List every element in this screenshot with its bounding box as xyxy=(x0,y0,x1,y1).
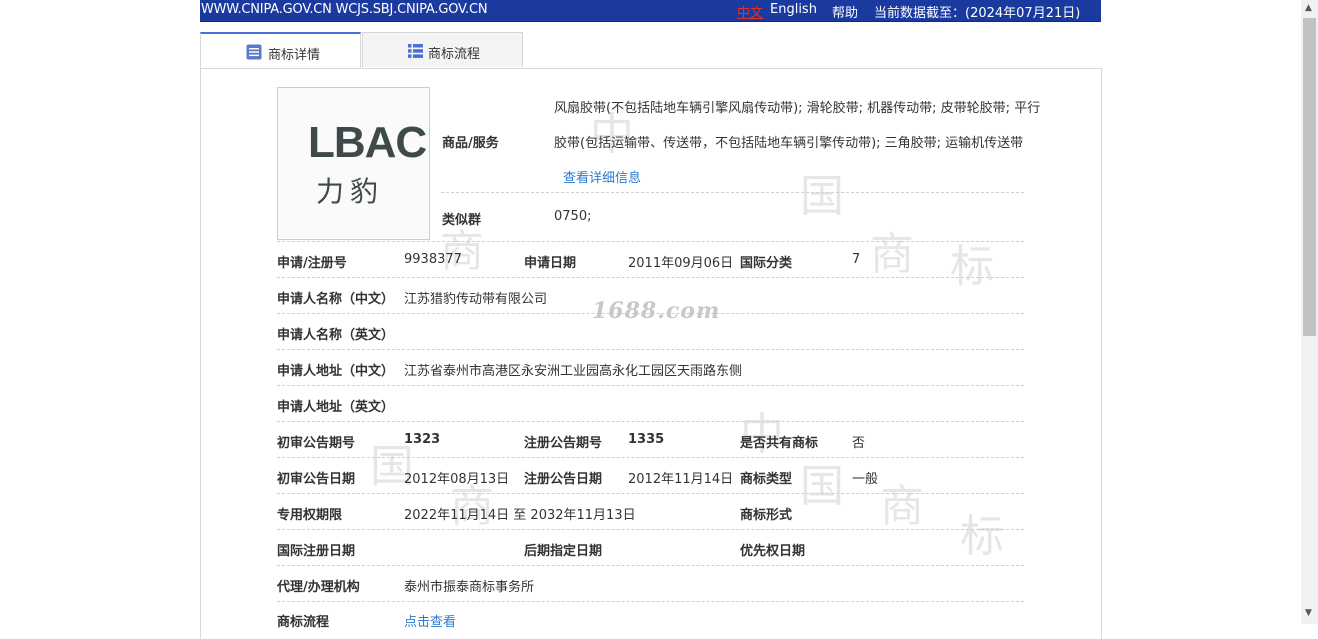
intl-class-label: 国际分类 xyxy=(740,256,793,271)
address-cn-value: 江苏省泰州市高港区永安洲工业园高永化工园区天雨路东侧 xyxy=(404,364,743,379)
prelim-date-label: 初审公告日期 xyxy=(277,472,356,487)
later-designation-label: 后期指定日期 xyxy=(524,544,603,559)
top-bar: WWW.CNIPA.GOV.CN WCJS.SBJ.CNIPA.GOV.CN 中… xyxy=(200,0,1101,22)
divider xyxy=(277,385,1024,386)
reg-no-value: 9938377 xyxy=(404,252,462,267)
similar-group-value: 0750; xyxy=(554,209,592,224)
bg-watermark: 商 xyxy=(870,229,914,280)
applicant-cn-value: 江苏猎豹传动带有限公司 xyxy=(404,292,548,307)
exclusive-label: 专用权期限 xyxy=(277,508,343,523)
tm-form-label: 商标形式 xyxy=(740,508,793,523)
prelim-no-value: 1323 xyxy=(404,432,441,447)
bg-watermark: 中 xyxy=(740,409,784,460)
divider xyxy=(277,421,1024,422)
divider xyxy=(277,529,1024,530)
divider xyxy=(441,192,1024,193)
goods-label: 商品/服务 xyxy=(442,136,499,151)
bg-watermark: 标 xyxy=(960,511,1004,562)
view-details-link[interactable]: 查看详细信息 xyxy=(563,167,641,186)
applicant-cn-label: 申请人名称（中文） xyxy=(277,292,395,307)
apply-date-value: 2011年09月06日 xyxy=(628,256,734,271)
tm-type-value: 一般 xyxy=(852,472,879,487)
tm-type-label: 商标类型 xyxy=(740,472,793,487)
goods-line-1: 风扇胶带(不包括陆地车辆引擎风扇传动带); 滑轮胶带; 机器传动带; 皮带轮胶带… xyxy=(554,101,1041,116)
logo-text-en: LBAC xyxy=(308,118,427,167)
prelim-no-label: 初审公告期号 xyxy=(277,436,356,451)
reg-pub-no-value: 1335 xyxy=(628,432,665,447)
tab-trademark-process[interactable]: 商标流程 xyxy=(362,32,523,67)
scroll-up-arrow-icon[interactable]: ▲ xyxy=(1305,3,1312,13)
tab-trademark-detail[interactable]: 商标详情 xyxy=(200,32,361,69)
divider xyxy=(277,349,1024,350)
scroll-down-arrow-icon[interactable]: ▼ xyxy=(1305,608,1312,618)
shared-label: 是否共有商标 xyxy=(740,436,819,451)
process-label: 商标流程 xyxy=(277,615,330,630)
address-en-label: 申请人地址（英文） xyxy=(277,400,395,415)
reg-pub-date-label: 注册公告日期 xyxy=(524,472,603,487)
divider xyxy=(277,493,1024,494)
bg-watermark: 国 xyxy=(800,461,844,512)
divider xyxy=(277,277,1024,278)
bg-watermark: 标 xyxy=(950,241,994,292)
help-link[interactable]: 帮助 xyxy=(832,2,858,21)
site-links[interactable]: WWW.CNIPA.GOV.CN WCJS.SBJ.CNIPA.GOV.CN xyxy=(201,2,488,17)
divider xyxy=(277,565,1024,566)
tab-label: 商标详情 xyxy=(268,48,321,63)
divider xyxy=(277,241,1024,242)
apply-date-label: 申请日期 xyxy=(524,256,577,271)
watermark-1688: 1688.com xyxy=(592,298,721,324)
applicant-en-label: 申请人名称（英文） xyxy=(277,328,395,343)
prelim-date-value: 2012年08月13日 xyxy=(404,472,510,487)
reg-pub-date-value: 2012年11月14日 xyxy=(628,472,734,487)
vertical-scrollbar[interactable]: ▲ ▼ xyxy=(1301,0,1318,624)
intl-reg-date-label: 国际注册日期 xyxy=(277,544,356,559)
grid-list-icon xyxy=(408,44,423,62)
agent-value: 泰州市振泰商标事务所 xyxy=(404,580,535,595)
logo-text-cn: 力豹 xyxy=(316,175,385,208)
data-date: 当前数据截至：(2024年07月21日) xyxy=(874,6,1081,21)
exclusive-value: 2022年11月14日 至 2032年11月13日 xyxy=(404,508,636,523)
similar-group-label: 类似群 xyxy=(442,213,482,228)
divider xyxy=(277,601,1024,602)
lang-en-link[interactable]: English xyxy=(770,2,817,17)
priority-date-label: 优先权日期 xyxy=(740,544,806,559)
scrollbar-thumb[interactable] xyxy=(1303,18,1316,336)
process-view-link[interactable]: 点击查看 xyxy=(404,611,456,630)
reg-no-label: 申请/注册号 xyxy=(277,256,347,271)
divider xyxy=(277,457,1024,458)
goods-line-2: 胶带(包括运输带、传送带，不包括陆地车辆引擎传动带); 三角胶带; 运输机传送带 xyxy=(554,136,1024,151)
trademark-logo-image: LBAC 力豹 xyxy=(277,87,430,240)
lang-zh-link[interactable]: 中文 xyxy=(737,2,763,21)
bg-watermark: 商 xyxy=(880,481,924,532)
shared-value: 否 xyxy=(852,436,866,451)
intl-class-value: 7 xyxy=(852,252,861,267)
reg-pub-no-label: 注册公告期号 xyxy=(524,436,603,451)
detail-list-icon xyxy=(246,44,262,64)
address-cn-label: 申请人地址（中文） xyxy=(277,364,395,379)
agent-label: 代理/办理机构 xyxy=(277,580,360,595)
tab-label: 商标流程 xyxy=(428,47,481,62)
